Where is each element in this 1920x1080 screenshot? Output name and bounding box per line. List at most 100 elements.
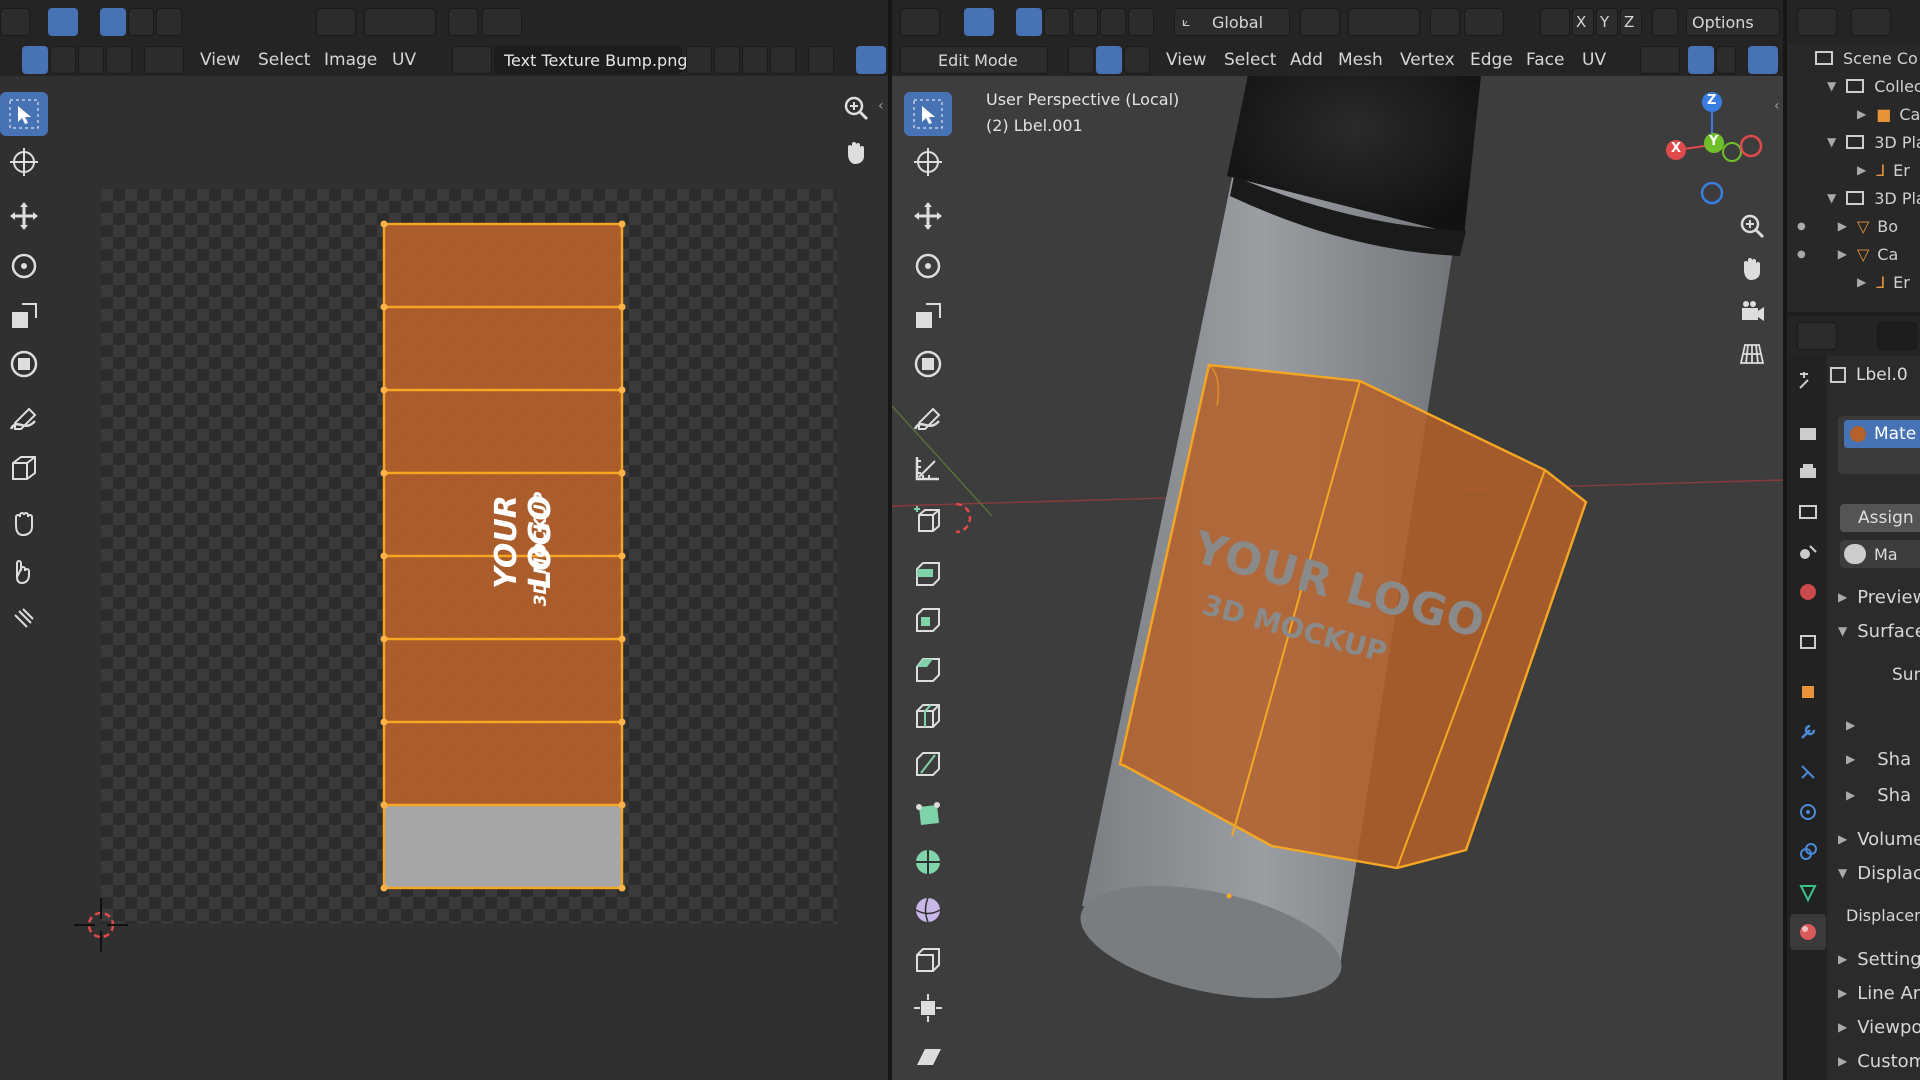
auto-merge-button[interactable] xyxy=(1652,8,1678,36)
section-line-art[interactable]: ▶Line Art xyxy=(1838,978,1920,1008)
section-surface-sub[interactable]: ▶ xyxy=(1846,710,1865,740)
tab-material[interactable] xyxy=(1790,914,1826,950)
vp-menu-add[interactable]: Add xyxy=(1290,44,1323,76)
vp-select-extend-button[interactable] xyxy=(1044,8,1070,36)
uv-menu-select[interactable]: Select xyxy=(258,44,310,76)
vp-loop-cut-tool[interactable] xyxy=(904,694,952,738)
vp-transform-tool[interactable] xyxy=(904,342,952,386)
vp-proportional-button[interactable] xyxy=(1430,8,1460,36)
outliner-editor-type-button[interactable] xyxy=(1797,8,1837,36)
uv-vertex-select-button[interactable] xyxy=(22,46,48,74)
vp-snap-dropdown[interactable] xyxy=(1348,8,1420,36)
outliner-row-collection[interactable]: ▼ Collec xyxy=(1787,72,1920,100)
vp-camera-view-button[interactable] xyxy=(1732,292,1772,332)
vp-menu-select[interactable]: Select xyxy=(1224,44,1276,76)
gizmo-dropdown[interactable] xyxy=(1716,46,1736,74)
uv-annotate-tool[interactable] xyxy=(0,398,48,442)
editor-type-button[interactable] xyxy=(0,8,30,36)
section-displacement[interactable]: ▼ Displac xyxy=(1838,858,1920,888)
vp-menu-edge[interactable]: Edge xyxy=(1470,44,1513,76)
uv-cursor-tool[interactable] xyxy=(0,140,48,184)
uv-island-select-button[interactable] xyxy=(106,46,132,74)
vp-zoom-button[interactable] xyxy=(1732,206,1772,246)
vp-menu-uv[interactable]: UV xyxy=(1582,44,1606,76)
proportional-falloff-dropdown[interactable] xyxy=(482,8,522,36)
vp-cursor-tool[interactable] xyxy=(904,140,952,184)
vp-move-tool[interactable] xyxy=(904,194,952,238)
vp-edge-slide-tool[interactable] xyxy=(904,938,952,982)
properties-editor-type-button[interactable] xyxy=(1797,322,1837,350)
vp-annotate-tool[interactable] xyxy=(904,398,952,442)
visibility-dot-icon[interactable]: ● xyxy=(1797,249,1806,260)
vp-shear-tool[interactable] xyxy=(904,1034,952,1078)
vp-measure-tool[interactable] xyxy=(904,446,952,490)
tab-physics[interactable] xyxy=(1790,794,1826,830)
face-select-mode-button[interactable] xyxy=(1124,46,1150,74)
vp-shrink-tool[interactable] xyxy=(904,986,952,1030)
vp-falloff-dropdown[interactable] xyxy=(1464,8,1504,36)
tab-tool[interactable] xyxy=(1790,362,1826,398)
select-tool-button[interactable] xyxy=(48,8,78,36)
viewport-editor-type-button[interactable] xyxy=(900,8,940,36)
visibility-dot-icon[interactable]: ● xyxy=(1797,221,1806,232)
tab-scene[interactable] xyxy=(1790,534,1826,570)
uv-scale-tool[interactable] xyxy=(0,294,48,338)
uv-face-select-button[interactable] xyxy=(78,46,104,74)
vp-smooth-tool[interactable] xyxy=(904,888,952,932)
vp-add-cube-tool[interactable] xyxy=(904,498,952,542)
pivot-dropdown[interactable] xyxy=(316,8,356,36)
proportional-edit-button[interactable] xyxy=(448,8,478,36)
tab-particles[interactable] xyxy=(1790,754,1826,790)
vp-poly-build-tool[interactable] xyxy=(904,792,952,836)
uv-rotate-tool[interactable] xyxy=(0,244,48,288)
outliner-row-empty-1[interactable]: ▶ ⅃ Er xyxy=(1787,156,1910,184)
vp-menu-vertex[interactable]: Vertex xyxy=(1400,44,1455,76)
uv-sticky-select-dropdown[interactable] xyxy=(144,46,184,74)
outliner-row-camera[interactable]: ▶ ■ Ca xyxy=(1787,100,1920,128)
outliner-row-scene[interactable]: Scene Co xyxy=(1787,44,1918,72)
snap-dropdown[interactable] xyxy=(364,8,436,36)
section-volume[interactable]: ▶ Volume xyxy=(1838,824,1920,854)
outliner-row-empty-2[interactable]: ▶ ⅃ Er xyxy=(1787,268,1910,296)
tab-render[interactable] xyxy=(1790,414,1826,450)
vp-inset-tool[interactable] xyxy=(904,598,952,642)
edge-select-mode-button[interactable] xyxy=(1096,46,1122,74)
uv-menu-view[interactable]: View xyxy=(200,44,240,76)
vp-bevel-tool[interactable] xyxy=(904,646,952,690)
uv-region-collapse-icon[interactable]: ‹ xyxy=(878,98,884,114)
pin-image-button[interactable] xyxy=(808,46,834,74)
vp-scale-tool[interactable] xyxy=(904,294,952,338)
vp-select-invert-button[interactable] xyxy=(1100,8,1126,36)
vp-pan-button[interactable] xyxy=(1732,248,1772,288)
tab-modifiers[interactable] xyxy=(1790,714,1826,750)
uv-zoom-button[interactable] xyxy=(836,88,876,128)
viewport-select-tool-button[interactable] xyxy=(964,8,994,36)
uv-rip-tool[interactable] xyxy=(0,446,48,490)
outliner-row-3dplane-2[interactable]: ▼ 3D Pla xyxy=(1787,184,1920,212)
select-mode-extend-button[interactable] xyxy=(128,8,154,36)
vp-menu-view[interactable]: View xyxy=(1166,44,1206,76)
section-viewport-display[interactable]: ▶ Viewpo xyxy=(1838,1012,1920,1042)
section-settings[interactable]: ▶Settings xyxy=(1838,944,1920,974)
vp-extrude-tool[interactable] xyxy=(904,550,952,594)
vp-rotate-tool[interactable] xyxy=(904,244,952,288)
select-mode-subtract-button[interactable] xyxy=(156,8,182,36)
section-preview[interactable]: ▶ Preview xyxy=(1838,582,1920,612)
object-name-row[interactable]: Lbel.0 xyxy=(1830,360,1920,390)
vp-overlays-button[interactable] xyxy=(1748,46,1778,74)
vp-select-intersect-button[interactable] xyxy=(1128,8,1154,36)
tab-data[interactable] xyxy=(1790,874,1826,910)
gizmo-toggle-button[interactable] xyxy=(1688,46,1714,74)
tab-world[interactable] xyxy=(1790,574,1826,610)
tab-output[interactable] xyxy=(1790,454,1826,490)
tab-object[interactable] xyxy=(1790,674,1826,710)
uv-pinch-tool[interactable] xyxy=(0,596,48,640)
uv-edge-select-button[interactable] xyxy=(50,46,76,74)
section-shader-2[interactable]: ▶ Sha xyxy=(1846,780,1911,810)
vp-spin-tool[interactable] xyxy=(904,840,952,884)
tab-collection[interactable] xyxy=(1790,624,1826,660)
new-image-button[interactable] xyxy=(714,46,740,74)
section-surface[interactable]: ▼ Surface xyxy=(1838,616,1920,646)
vp-perspective-toggle-button[interactable] xyxy=(1732,334,1772,374)
outliner-row-3dplane-1[interactable]: ▼ 3D Pla xyxy=(1787,128,1920,156)
